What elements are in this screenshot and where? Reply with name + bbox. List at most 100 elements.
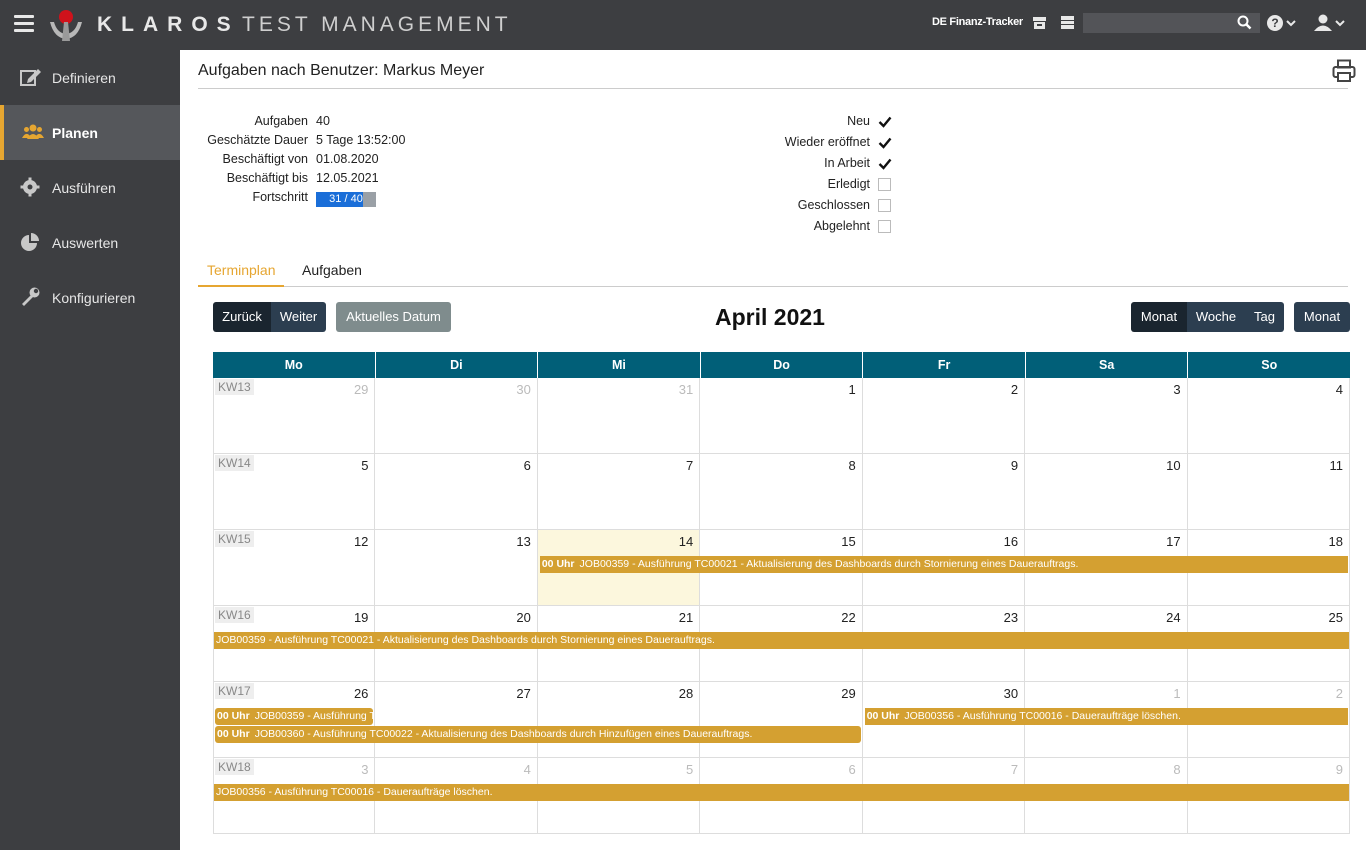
status-label: Geschlossen bbox=[797, 198, 870, 212]
calendar-day-cell[interactable]: 7 bbox=[538, 454, 701, 529]
tab-bar: Terminplan Aufgaben bbox=[198, 260, 1348, 287]
top-bar: KLAROS TEST MANAGEMENT DE Finanz-Tracker… bbox=[0, 0, 1366, 50]
calendar-event[interactable]: JOB00356 - Ausführung TC00016 - Dauerauf… bbox=[214, 784, 1349, 801]
aufgaben-value: 40 bbox=[316, 114, 330, 128]
day-number: 26 bbox=[353, 686, 369, 701]
sidebar-item-definieren[interactable]: Definieren bbox=[0, 50, 180, 105]
day-number: 7 bbox=[1010, 762, 1019, 777]
calendar-day-cell[interactable]: 29 bbox=[700, 682, 863, 757]
day-number: 18 bbox=[1328, 534, 1343, 549]
day-number: 9 bbox=[1335, 762, 1343, 777]
event-time: 00 Uhr bbox=[541, 558, 575, 570]
weekday-header: So bbox=[1261, 358, 1278, 372]
calendar-week: 5 KW14 6 7 8 9 10 11 bbox=[213, 454, 1350, 530]
checkmark-icon bbox=[878, 116, 892, 128]
help-icon[interactable]: ? bbox=[1266, 14, 1298, 32]
weekday-header: Sa bbox=[1026, 352, 1189, 378]
calendar-event[interactable]: 00 Uhr JOB00360 - Ausführung TC00022 - Ak… bbox=[215, 726, 861, 743]
project-selector[interactable]: DE Finanz-Tracker bbox=[932, 16, 1023, 28]
day-number: 10 bbox=[1166, 458, 1181, 473]
calendar-day-cell[interactable]: 11 bbox=[1188, 454, 1350, 529]
event-time: 00 Uhr bbox=[217, 710, 250, 722]
print-icon[interactable] bbox=[1332, 59, 1356, 83]
calendar-day-cell[interactable]: 9 bbox=[863, 454, 1026, 529]
view-extra-month-button[interactable]: Monat bbox=[1294, 302, 1350, 332]
checkmark-icon bbox=[878, 158, 892, 170]
menu-icon[interactable] bbox=[14, 15, 34, 33]
status-label: Abgelehnt bbox=[813, 219, 870, 233]
sidebar-item-konfigurieren[interactable]: Konfigurieren bbox=[0, 270, 180, 325]
status-checkbox-abgelehnt[interactable] bbox=[878, 220, 891, 233]
calendar-day-cell[interactable]: 13 bbox=[375, 530, 538, 605]
event-title: JOB00359 - Ausführung TC00021 - Aktualis… bbox=[579, 558, 1079, 570]
day-number: 9 bbox=[1010, 458, 1019, 473]
day-number: 30 bbox=[516, 382, 531, 397]
event-title: JOB00359 - Ausführung TC00021 - Aktualis… bbox=[254, 710, 374, 722]
calendar-event[interactable]: 00 Uhr JOB00356 - Ausführung TC00016 - Da… bbox=[864, 708, 1348, 725]
klaros-logo[interactable] bbox=[48, 8, 84, 42]
progress-text: 31 / 40 bbox=[329, 193, 363, 205]
day-number: 29 bbox=[353, 382, 369, 397]
day-number: 5 bbox=[686, 762, 694, 777]
tab-terminplan[interactable]: Terminplan bbox=[198, 262, 285, 287]
brand-name: KLAROS bbox=[97, 13, 240, 36]
dauer-value: 5 Tage 13:52:00 bbox=[316, 133, 406, 147]
archive-icon[interactable] bbox=[1032, 15, 1047, 30]
server-icon[interactable] bbox=[1060, 15, 1075, 30]
calendar-day-cell[interactable]: 8 bbox=[700, 454, 863, 529]
calendar-day-cell[interactable]: 2 bbox=[863, 378, 1026, 453]
calendar-week-number: KW15 bbox=[215, 531, 254, 547]
calendar-day-cell[interactable]: 10 bbox=[1025, 454, 1188, 529]
status-label: Wieder eröffnet bbox=[784, 135, 870, 149]
pie-chart-icon bbox=[21, 233, 39, 251]
calendar-day-cell[interactable]: 31 bbox=[538, 378, 701, 453]
day-number: 8 bbox=[1173, 762, 1181, 777]
day-number: 20 bbox=[516, 610, 531, 625]
calendar-week-number: KW17 bbox=[215, 683, 254, 699]
status-checkbox-erledigt[interactable] bbox=[878, 178, 891, 191]
calendar-day-cell[interactable]: 27 bbox=[375, 682, 538, 757]
calendar-day-cell[interactable]: 30 bbox=[375, 378, 538, 453]
status-checkbox-geschlossen[interactable] bbox=[878, 199, 891, 212]
view-day-button[interactable]: Tag bbox=[1245, 302, 1284, 332]
calendar-day-cell[interactable]: 28 bbox=[538, 682, 701, 757]
status-checkbox-in-arbeit[interactable] bbox=[878, 157, 892, 170]
calendar-event[interactable]: 00 Uhr JOB00359 - Ausführung TC00021 - Ak… bbox=[539, 556, 1348, 573]
day-number: 3 bbox=[361, 762, 369, 777]
svg-text:?: ? bbox=[1271, 16, 1278, 30]
view-week-button[interactable]: Woche bbox=[1187, 302, 1245, 332]
title-divider bbox=[198, 88, 1348, 89]
calendar-day-cell[interactable]: 29 KW13 bbox=[213, 378, 376, 453]
calendar-week-number: KW14 bbox=[215, 455, 254, 471]
gear-icon bbox=[20, 177, 40, 197]
sidebar-item-label: Planen bbox=[52, 125, 98, 141]
calendar-day-cell[interactable]: 1 bbox=[700, 378, 863, 453]
user-icon[interactable] bbox=[1313, 14, 1347, 32]
calendar-day-cell[interactable]: 4 bbox=[1188, 378, 1350, 453]
calendar-event[interactable]: 00 Uhr JOB00359 - Ausführung TC00021 - Ak… bbox=[215, 708, 374, 725]
sidebar-item-ausfuehren[interactable]: Ausführen bbox=[0, 160, 180, 215]
day-number: 24 bbox=[1166, 610, 1181, 625]
search-icon[interactable] bbox=[1237, 15, 1252, 30]
sidebar: Definieren Planen Ausführen Auswerten Ko… bbox=[0, 50, 180, 850]
sidebar-item-auswerten[interactable]: Auswerten bbox=[0, 215, 180, 270]
view-month-button[interactable]: Monat bbox=[1131, 302, 1187, 332]
sidebar-item-planen[interactable]: Planen bbox=[0, 105, 180, 160]
calendar-day-cell[interactable]: 6 bbox=[375, 454, 538, 529]
calendar-day-cell[interactable]: 5 KW14 bbox=[213, 454, 376, 529]
day-number: 3 bbox=[1173, 382, 1181, 397]
status-checkbox-wieder-eroeffnet[interactable] bbox=[878, 136, 892, 149]
weekday-header: Di bbox=[376, 352, 539, 378]
calendar-event[interactable]: JOB00359 - Ausführung TC00021 - Aktualis… bbox=[214, 632, 1349, 649]
calendar-day-cell[interactable]: 12 KW15 bbox=[213, 530, 376, 605]
sidebar-item-label: Ausführen bbox=[52, 180, 116, 196]
day-number: 7 bbox=[686, 458, 694, 473]
weekday-header: Mo bbox=[213, 352, 376, 378]
calendar-day-cell[interactable]: 3 bbox=[1025, 378, 1188, 453]
day-number: 1 bbox=[1173, 686, 1181, 701]
search-input[interactable] bbox=[1083, 13, 1260, 33]
von-value: 01.08.2020 bbox=[316, 152, 379, 166]
day-number: 13 bbox=[516, 534, 531, 549]
status-checkbox-neu[interactable] bbox=[878, 115, 892, 128]
tab-aufgaben[interactable]: Aufgaben bbox=[293, 262, 371, 287]
